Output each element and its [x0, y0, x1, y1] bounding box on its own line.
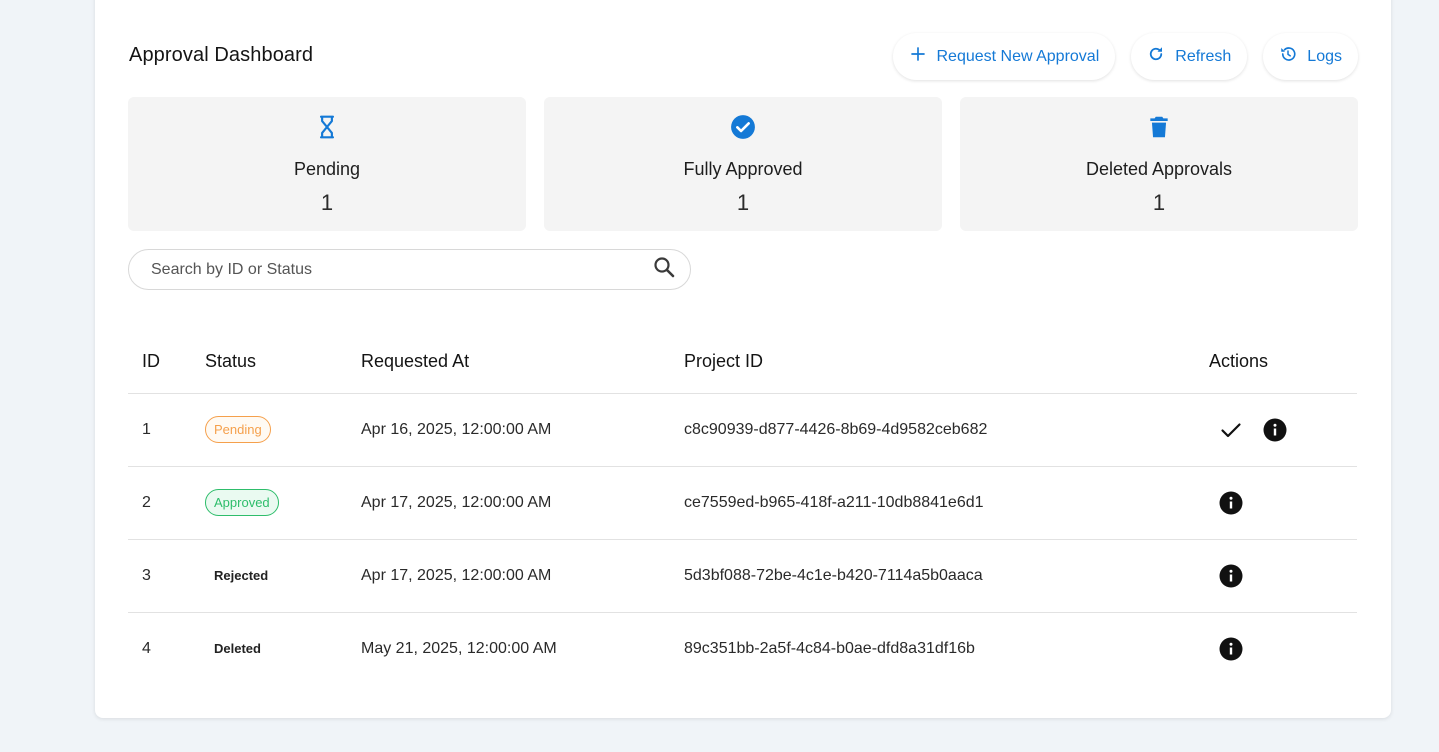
info-icon[interactable]	[1263, 418, 1287, 442]
stat-label: Deleted Approvals	[1085, 159, 1233, 179]
stat-value: 1	[320, 190, 334, 215]
request-new-approval-button[interactable]: Request New Approval	[892, 33, 1116, 80]
status-badge-deleted: Deleted	[214, 641, 261, 657]
stat-value: 1	[736, 190, 750, 215]
toolbar: Request New Approval Refresh Logs	[892, 33, 1358, 80]
refresh-icon	[1147, 45, 1165, 68]
column-header-id: ID	[128, 330, 205, 394]
cell-actions	[1209, 612, 1357, 685]
refresh-label: Refresh	[1175, 47, 1232, 65]
cell-requested-at: Apr 16, 2025, 12:00:00 AM	[361, 393, 684, 467]
search-box	[128, 249, 691, 290]
page-title: Approval Dashboard	[129, 44, 314, 66]
hourglass-icon	[314, 114, 340, 145]
approve-check-icon[interactable]	[1219, 418, 1243, 442]
cell-project-id: ce7559ed-b965-418f-a211-10db8841e6d1	[684, 466, 1209, 540]
cell-status: Approved	[205, 466, 361, 540]
info-icon[interactable]	[1219, 564, 1243, 588]
plus-icon	[909, 45, 927, 68]
cell-status: Pending	[205, 393, 361, 467]
cell-project-id: 89c351bb-2a5f-4c84-b0ae-dfd8a31df16b	[684, 639, 975, 657]
request-new-approval-label: Request New Approval	[936, 47, 1100, 65]
cell-requested-at: Apr 17, 2025, 12:00:00 AM	[361, 466, 684, 540]
column-header-requested-at: Requested At	[361, 330, 684, 394]
logs-button[interactable]: Logs	[1263, 33, 1358, 80]
cell-actions	[1209, 393, 1357, 467]
cell-id: 1	[128, 393, 205, 467]
column-header-actions: Actions	[1209, 330, 1357, 394]
column-header-status: Status	[205, 330, 361, 394]
cell-requested-at: May 21, 2025, 12:00:00 AM	[361, 639, 557, 657]
check-circle-icon	[730, 114, 756, 145]
search-icon[interactable]	[652, 255, 676, 284]
cell-project-id: c8c90939-d877-4426-8b69-4d9582ceb682	[684, 393, 1209, 467]
table-header-row: ID Status Requested At Project ID Action…	[128, 330, 1357, 394]
stat-label: Pending	[293, 159, 361, 179]
info-icon[interactable]	[1219, 491, 1243, 515]
history-icon	[1279, 45, 1297, 68]
status-badge-pending: Pending	[205, 416, 271, 443]
stat-card-pending: Pending 1	[128, 97, 526, 231]
cell-project-id: 5d3bf088-72be-4c1e-b420-7114a5b0aaca	[684, 539, 1209, 613]
refresh-button[interactable]: Refresh	[1131, 33, 1248, 80]
cell-actions	[1209, 466, 1357, 540]
status-badge-rejected: Rejected	[214, 568, 269, 583]
status-badge-approved: Approved	[205, 489, 279, 516]
logs-label: Logs	[1307, 47, 1342, 65]
approvals-table: ID Status Requested At Project ID Action…	[128, 330, 1357, 685]
stat-card-deleted-approvals: Deleted Approvals 1	[960, 97, 1358, 231]
stat-card-fully-approved: Fully Approved 1	[544, 97, 942, 231]
cell-id: 2	[128, 466, 205, 540]
trash-icon	[1146, 114, 1172, 145]
cell-requested-at: Apr 17, 2025, 12:00:00 AM	[361, 539, 684, 613]
table-row: 2 Approved Apr 17, 2025, 12:00:00 AM ce7…	[128, 466, 1357, 540]
stat-label: Fully Approved	[683, 159, 803, 179]
cell-actions	[1209, 539, 1357, 613]
search-input[interactable]	[151, 260, 652, 279]
column-header-project-id: Project ID	[684, 330, 1209, 394]
cell-status: Rejected	[205, 539, 361, 613]
table-row: 1 Pending Apr 16, 2025, 12:00:00 AM c8c9…	[128, 393, 1357, 467]
cell-id: 3	[128, 539, 205, 613]
table-row: 4 Deleted May 21, 2025, 12:00:00 AM 89c3…	[128, 612, 1357, 685]
stats-row: Pending 1 Fully Approved 1 Deleted Appro…	[128, 97, 1358, 231]
cell-status: Deleted	[205, 612, 361, 685]
table-row: 3 Rejected Apr 17, 2025, 12:00:00 AM 5d3…	[128, 539, 1357, 613]
stat-value: 1	[1152, 190, 1166, 215]
info-icon[interactable]	[1219, 637, 1243, 661]
cell-id: 4	[142, 639, 151, 657]
